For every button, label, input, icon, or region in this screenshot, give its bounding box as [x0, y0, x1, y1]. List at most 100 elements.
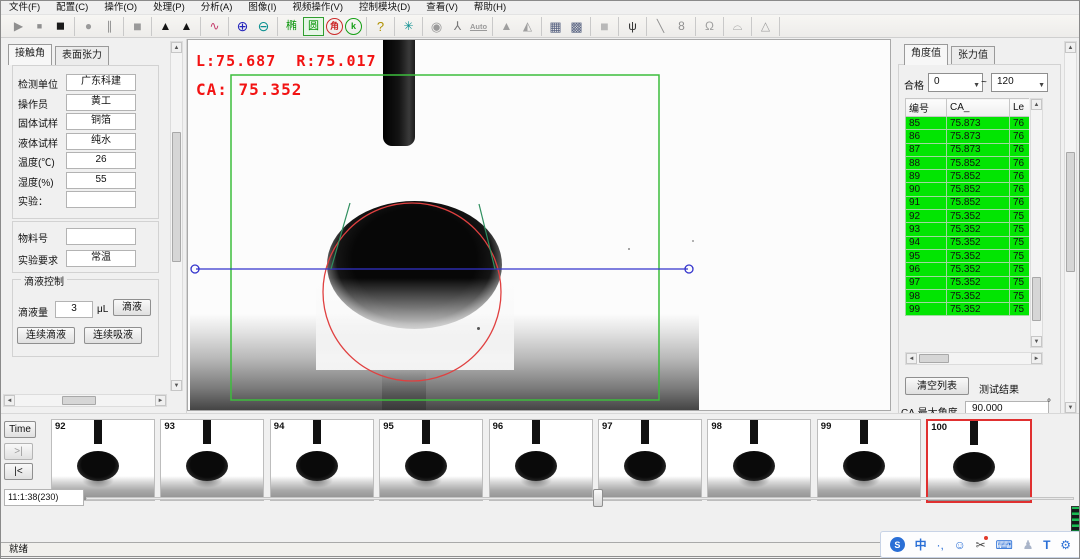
- frame-thumbnail-94[interactable]: 94: [270, 419, 374, 501]
- table-row[interactable]: 9475.35275: [906, 236, 1030, 249]
- punctuation-icon[interactable]: ·,: [936, 538, 943, 552]
- angle-table[interactable]: 编号 CA_ Le 8575.873768675.873768775.87376…: [905, 98, 1029, 316]
- menu-item-1[interactable]: 配置(C): [48, 1, 96, 14]
- scrollbar-thumb[interactable]: [1066, 152, 1075, 272]
- scrollbar-thumb[interactable]: [62, 396, 96, 405]
- scroll-down-arrow-icon[interactable]: ▼: [1031, 336, 1042, 347]
- record-icon[interactable]: ●: [79, 18, 98, 35]
- menu-item-5[interactable]: 图像(I): [240, 1, 284, 14]
- frame-thumbnail-100[interactable]: 100: [926, 419, 1032, 503]
- help-icon[interactable]: ?: [371, 18, 390, 35]
- circle-fit-icon[interactable]: 圆: [303, 17, 324, 36]
- tilt-drop-icon[interactable]: △: [756, 18, 775, 35]
- table-row[interactable]: 9775.35275: [906, 276, 1030, 289]
- table-row[interactable]: 9175.85276: [906, 196, 1030, 209]
- scroll-left-arrow-icon[interactable]: ◄: [906, 353, 917, 364]
- pause-icon[interactable]: ∥: [100, 18, 119, 35]
- drop-shape-icon-2[interactable]: ▲: [177, 18, 196, 35]
- lasso-icon[interactable]: 8: [672, 18, 691, 35]
- table-vscrollbar[interactable]: ▲ ▼: [1030, 98, 1043, 348]
- col-header-le[interactable]: Le: [1010, 99, 1030, 117]
- sample-field-input-6[interactable]: [66, 191, 136, 208]
- left-panel-hscrollbar[interactable]: ◄ ►: [3, 394, 167, 407]
- ellipse-fit-icon[interactable]: 椭: [282, 18, 301, 35]
- grid-edit-icon-2[interactable]: ▩: [567, 18, 586, 35]
- scroll-down-arrow-icon[interactable]: ▼: [171, 380, 182, 391]
- table-row[interactable]: 9275.35275: [906, 210, 1030, 223]
- continuous-drop-button[interactable]: 连续滴液: [17, 327, 75, 344]
- emoji-icon[interactable]: ☺: [954, 538, 966, 552]
- clear-list-button[interactable]: 清空列表: [905, 377, 969, 395]
- scroll-down-arrow-icon[interactable]: ▼: [1065, 402, 1076, 413]
- table-row[interactable]: 8875.85276: [906, 156, 1030, 169]
- col-header-ca[interactable]: CA_: [947, 99, 1010, 117]
- square-gray-icon[interactable]: ■: [595, 18, 614, 35]
- right-panel-vscrollbar[interactable]: ▲ ▼: [1064, 41, 1077, 413]
- sogou-logo-icon[interactable]: S: [890, 537, 905, 552]
- chinese-mode-icon[interactable]: 中: [915, 538, 927, 552]
- time-button[interactable]: Time: [4, 421, 36, 438]
- menu-item-7[interactable]: 控制模块(D): [351, 1, 418, 14]
- frame-thumbnail-93[interactable]: 93: [160, 419, 264, 501]
- sample-field-input-4[interactable]: 26: [66, 152, 136, 169]
- keyboard-icon[interactable]: ⌨: [995, 538, 1012, 552]
- scroll-up-arrow-icon[interactable]: ▲: [1031, 99, 1042, 110]
- scrollbar-thumb[interactable]: [919, 354, 949, 363]
- frame-thumbnail-99[interactable]: 99: [817, 419, 921, 501]
- auto-icon[interactable]: Auto: [469, 18, 488, 35]
- menu-item-2[interactable]: 操作(O): [96, 1, 145, 14]
- minus-circle-icon[interactable]: ⊖: [254, 18, 273, 35]
- table-row[interactable]: 8575.87376: [906, 117, 1030, 130]
- range-min-dropdown[interactable]: 0▼: [928, 73, 983, 92]
- mound-gray-icon[interactable]: ▲: [497, 18, 516, 35]
- menu-item-8[interactable]: 查看(V): [418, 1, 466, 14]
- ca-max-input[interactable]: 90.000: [965, 401, 1049, 413]
- table-row[interactable]: 9675.35275: [906, 263, 1030, 276]
- frame-thumbnail-97[interactable]: 97: [598, 419, 702, 501]
- table-row[interactable]: 9375.35275: [906, 223, 1030, 236]
- tab-angle-values[interactable]: 角度值: [904, 44, 948, 65]
- material-field-input-0[interactable]: [66, 228, 136, 245]
- drop-button[interactable]: 滴液: [113, 299, 151, 316]
- timeline-slider-thumb[interactable]: [593, 489, 603, 507]
- tab-surface-tension[interactable]: 表面张力: [55, 46, 109, 65]
- play-icon[interactable]: ▶: [9, 18, 28, 35]
- left-panel-vscrollbar[interactable]: ▲ ▼: [170, 41, 183, 391]
- table-row[interactable]: 9875.35275: [906, 289, 1030, 302]
- scroll-up-arrow-icon[interactable]: ▲: [171, 42, 182, 53]
- menu-item-9[interactable]: 帮助(H): [466, 1, 514, 14]
- tab-contact-angle[interactable]: 接触角: [8, 44, 52, 65]
- skin-icon[interactable]: T: [1043, 538, 1050, 552]
- scrollbar-thumb[interactable]: [1032, 277, 1041, 321]
- sample-field-input-2[interactable]: 铜箔: [66, 113, 136, 130]
- k-fit-icon[interactable]: k: [345, 18, 362, 35]
- pump-icon[interactable]: ⅄: [448, 18, 467, 35]
- material-field-input-1[interactable]: 常温: [66, 250, 136, 267]
- curve-chart-icon[interactable]: ∿: [205, 18, 224, 35]
- tab-tension-values[interactable]: 张力值: [951, 46, 995, 65]
- hand-icon[interactable]: ψ: [623, 18, 642, 35]
- range-max-dropdown[interactable]: 120▼: [991, 73, 1048, 92]
- menu-item-0[interactable]: 文件(F): [1, 1, 48, 14]
- table-hscrollbar[interactable]: ◄ ►: [905, 352, 1043, 365]
- table-row[interactable]: 8775.87376: [906, 143, 1030, 156]
- table-row[interactable]: 9075.85276: [906, 183, 1030, 196]
- grid-edit-icon-1[interactable]: ▦: [546, 18, 565, 35]
- sample-field-input-5[interactable]: 55: [66, 172, 136, 189]
- donut-icon[interactable]: ◉: [427, 18, 446, 35]
- scroll-right-arrow-icon[interactable]: ►: [1031, 353, 1042, 364]
- camera-icon[interactable]: ◼: [51, 18, 70, 35]
- col-header-id[interactable]: 编号: [906, 99, 947, 117]
- scroll-up-arrow-icon[interactable]: ▲: [1065, 42, 1076, 53]
- scrollbar-thumb[interactable]: [172, 132, 181, 262]
- pendant-drop-icon[interactable]: Ω: [700, 18, 719, 35]
- scroll-right-arrow-icon[interactable]: ►: [155, 395, 166, 406]
- mound-antenna-icon[interactable]: ◭: [518, 18, 537, 35]
- sample-field-input-0[interactable]: 广东科建: [66, 74, 136, 91]
- time-position-box[interactable]: 11:1:38(230): [4, 489, 84, 506]
- table-row[interactable]: 8675.87376: [906, 130, 1030, 143]
- next-frame-button[interactable]: >|: [4, 443, 33, 460]
- screenshot-icon[interactable]: ✂: [976, 538, 986, 552]
- frame-thumbnail-96[interactable]: 96: [489, 419, 593, 501]
- drip-qty-input[interactable]: 3: [55, 301, 93, 318]
